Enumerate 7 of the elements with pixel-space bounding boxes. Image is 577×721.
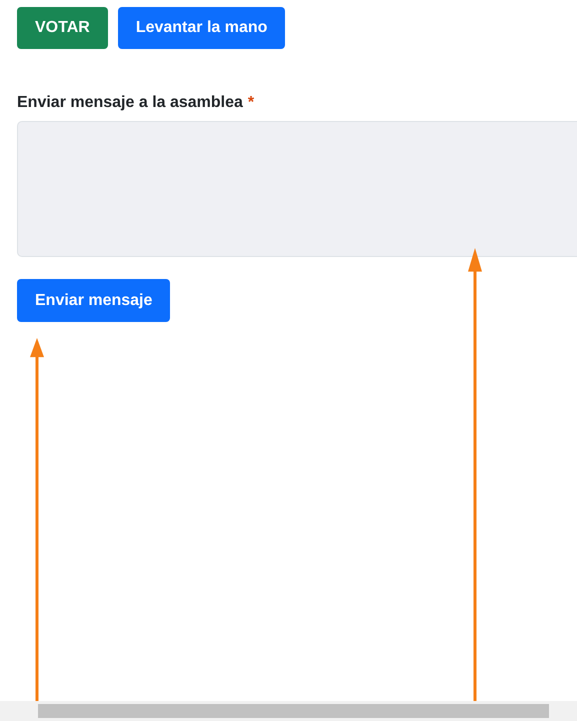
send-message-button[interactable]: Enviar mensaje bbox=[17, 279, 170, 322]
vote-button[interactable]: VOTAR bbox=[17, 7, 108, 49]
required-mark: * bbox=[248, 93, 254, 113]
message-field[interactable] bbox=[17, 121, 577, 257]
horizontal-scrollbar[interactable] bbox=[0, 701, 577, 721]
field-label: Enviar mensaje a la asamblea bbox=[17, 93, 243, 113]
raise-hand-button[interactable]: Levantar la mano bbox=[118, 7, 286, 49]
